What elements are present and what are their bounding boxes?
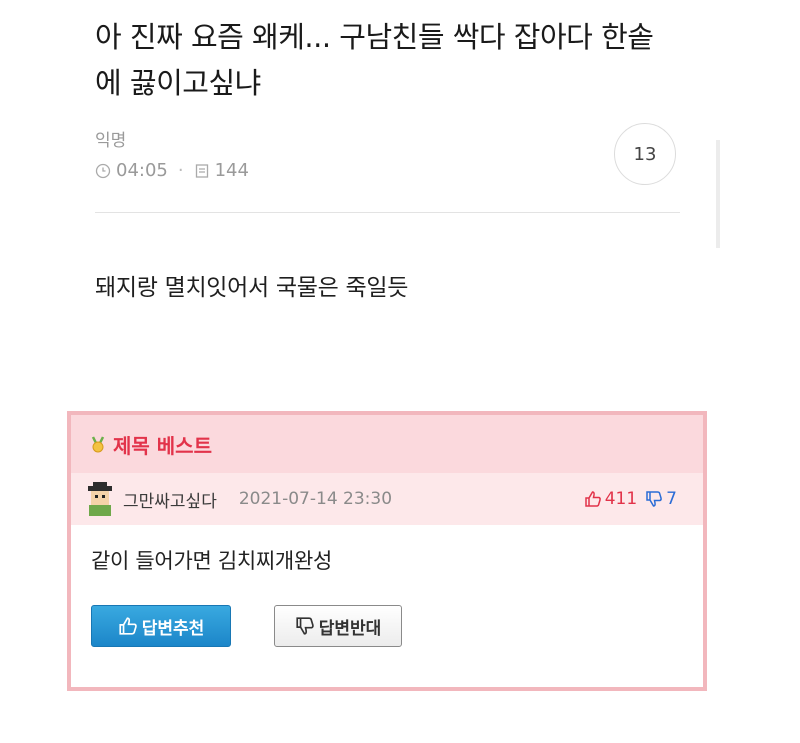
recommend-answer-button[interactable]: 답변추천 <box>91 605 231 647</box>
best-answer-box: 제목 베스트 그만싸고싶다 2021-07-14 23:30 411 7 같이 … <box>67 411 707 691</box>
post-views: 144 <box>214 160 249 181</box>
upvote-value: 411 <box>604 489 638 509</box>
best-header-title: 제목 베스트 <box>113 433 212 458</box>
post-title-line-1: 아 진짜 요즘 왜케... 구남친들 싹다 잡아다 한솥 <box>95 20 654 54</box>
post-meta: 04:05 · 144 <box>95 160 249 181</box>
document-icon <box>194 163 210 179</box>
best-date: 2021-07-14 23:30 <box>238 489 393 509</box>
best-header: 제목 베스트 <box>71 415 703 473</box>
post-title-line-2: 에 끓이고싶냐 <box>95 66 261 100</box>
best-author-row: 그만싸고싶다 2021-07-14 23:30 411 7 <box>71 473 703 525</box>
clock-icon <box>95 163 111 179</box>
comment-count-button[interactable]: 13 <box>614 123 676 185</box>
recommend-button-label: 답변추천 <box>141 618 205 639</box>
scrollbar[interactable] <box>716 140 720 248</box>
oppose-button-label: 답변반대 <box>318 618 382 639</box>
thumbs-down-icon <box>296 617 314 635</box>
post-author[interactable]: 익명 <box>95 126 126 151</box>
downvote-count: 7 <box>645 489 677 509</box>
vote-counts: 411 7 <box>584 473 677 525</box>
thumbs-up-icon <box>584 491 601 507</box>
post-time: 04:05 <box>116 160 168 181</box>
divider <box>95 212 680 213</box>
upvote-count: 411 <box>584 489 637 509</box>
post-header: 아 진짜 요즘 왜케... 구남친들 싹다 잡아다 한솥 에 끓이고싶냐 <box>95 14 685 106</box>
best-answer-content: 같이 들어가면 김치찌개완성 <box>91 549 332 573</box>
avatar <box>85 482 115 516</box>
meta-separator: · <box>177 160 184 181</box>
oppose-answer-button[interactable]: 답변반대 <box>274 605 402 647</box>
medal-icon <box>89 435 107 453</box>
thumbs-down-icon <box>646 491 663 507</box>
best-author-name[interactable]: 그만싸고싶다 <box>123 487 217 512</box>
thumbs-up-icon <box>119 617 137 635</box>
downvote-value: 7 <box>666 489 677 509</box>
post-body: 돼지랑 멸치잇어서 국물은 죽일듯 <box>95 275 409 301</box>
